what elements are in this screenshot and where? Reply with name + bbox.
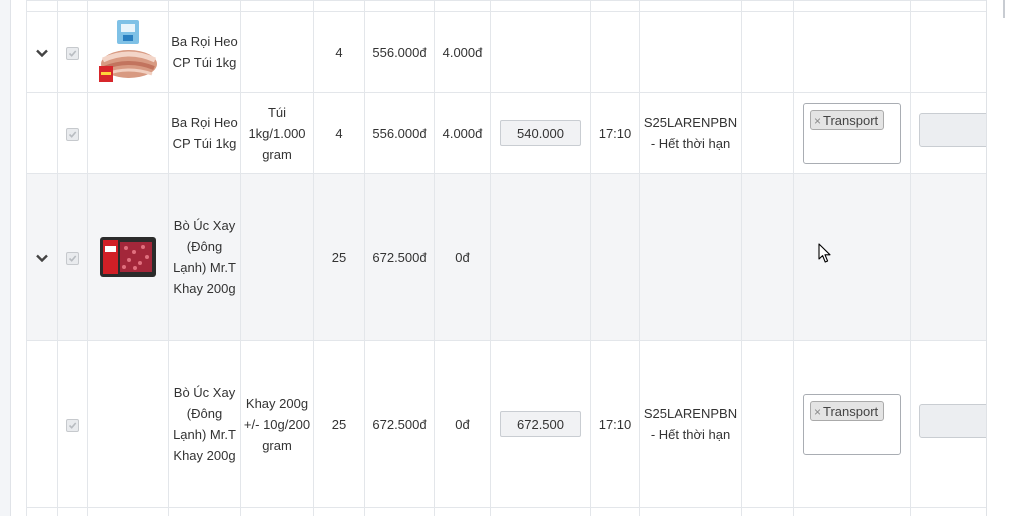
quantity: 4 (335, 125, 343, 141)
expand-toggle[interactable] (26, 173, 58, 341)
table-row: Ba Rọi Heo CP Túi 1kg Túi 1kg/1.000 gram… (26, 92, 986, 174)
remove-tag-icon[interactable]: × (814, 405, 821, 419)
table-row (26, 507, 986, 516)
chevron-down-icon[interactable] (36, 254, 48, 262)
tag-multiselect[interactable]: × Transport (803, 102, 901, 164)
amount: 672.500đ (372, 416, 427, 432)
quantity: 4 (335, 44, 343, 60)
tag-label: Transport (823, 112, 879, 128)
unit-spec: Túi 1kg/1.000 gram (248, 104, 306, 162)
quantity: 25 (331, 249, 347, 265)
product-name: Ba Rọi Heo CP Túi 1kg (171, 34, 238, 70)
product-name: Bò Úc Xay (Đông Lạnh) Mr.T Khay 200g (173, 385, 236, 463)
tag-label: Transport (823, 403, 879, 419)
amount: 672.500đ (372, 249, 427, 265)
discount: 0đ (455, 416, 470, 432)
mouse-cursor-icon (818, 243, 831, 263)
vertical-scrollbar[interactable] (1003, 0, 1005, 18)
unit-spec: Khay 200g +/- 10g/200 gram (243, 395, 311, 453)
table-right-border (986, 0, 987, 516)
remove-tag-icon[interactable]: × (814, 114, 821, 128)
row-checkbox[interactable] (66, 251, 79, 265)
row-checkbox[interactable] (66, 46, 79, 60)
product-name: Bò Úc Xay (Đông Lạnh) Mr.T Khay 200g (173, 218, 236, 296)
table-row (26, 0, 986, 12)
promo-code: S25LARENPBN - Hết thời hạn (643, 406, 738, 442)
discount: 4.000đ (442, 44, 483, 60)
table-row: Ba Rọi Heo CP Túi 1kg 4 556.000đ 4.000đ (26, 11, 986, 93)
product-image (99, 20, 157, 82)
price-input[interactable]: 672.500 (500, 411, 581, 437)
quantity: 25 (331, 416, 347, 432)
table-row: Bò Úc Xay (Đông Lạnh) Mr.T Khay 200g Kha… (26, 340, 986, 508)
discount: 4.000đ (442, 125, 483, 141)
chevron-down-icon[interactable] (36, 49, 48, 57)
action-button[interactable] (919, 404, 986, 438)
discount: 0đ (455, 249, 470, 265)
time: 17:10 (598, 416, 632, 432)
time: 17:10 (598, 125, 632, 141)
table-row: Bò Úc Xay (Đông Lạnh) Mr.T Khay 200g 25 … (26, 173, 986, 341)
expand-toggle[interactable] (26, 11, 58, 93)
tag-chip: × Transport (810, 109, 885, 130)
price-input[interactable]: 540.000 (500, 120, 581, 146)
order-items-table-container[interactable]: Ba Rọi Heo CP Túi 1kg 4 556.000đ 4.000đ … (26, 0, 986, 516)
row-checkbox[interactable] (66, 127, 79, 141)
order-items-table: Ba Rọi Heo CP Túi 1kg 4 556.000đ 4.000đ … (26, 0, 986, 516)
amount: 556.000đ (372, 44, 427, 60)
row-checkbox[interactable] (66, 418, 79, 432)
promo-code: S25LARENPBN - Hết thời hạn (643, 115, 738, 151)
action-button[interactable] (919, 113, 986, 147)
left-sidebar-edge (0, 0, 11, 516)
tag-multiselect[interactable]: × Transport (803, 393, 901, 455)
amount: 556.000đ (372, 125, 427, 141)
tag-chip: × Transport (810, 400, 885, 421)
product-name: Ba Rọi Heo CP Túi 1kg (171, 115, 238, 151)
product-image (100, 237, 156, 277)
